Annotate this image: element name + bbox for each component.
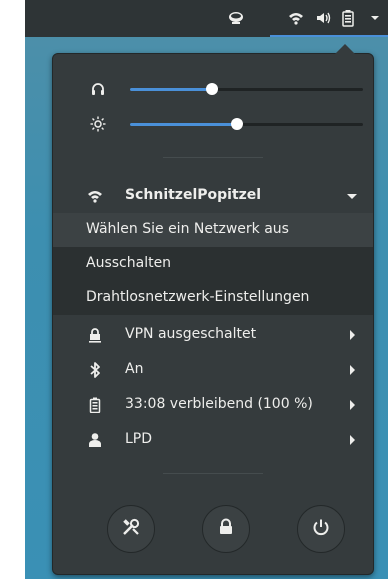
volume-icon[interactable] xyxy=(314,9,332,27)
select-network-item[interactable]: Wählen Sie ein Netzwerk aus xyxy=(53,213,373,247)
slider-handle[interactable] xyxy=(205,83,218,95)
brightness-slider[interactable] xyxy=(53,109,373,139)
chevron-down-icon[interactable] xyxy=(366,9,384,27)
user-label: LPD xyxy=(125,431,153,447)
headphones-icon xyxy=(90,81,106,97)
turn-off-wifi-item[interactable]: Ausschalten xyxy=(53,247,373,281)
slider-handle[interactable] xyxy=(231,118,244,130)
bluetooth-icon xyxy=(87,362,103,378)
user-item[interactable]: LPD xyxy=(53,423,373,457)
bluetooth-item[interactable]: An xyxy=(53,353,373,387)
chevron-right-icon xyxy=(350,330,355,340)
vpn-label: VPN ausgeschaltet xyxy=(125,326,257,342)
slider-fill xyxy=(130,88,212,91)
select-network-label: Wählen Sie ein Netzwerk aus xyxy=(86,221,289,237)
bluetooth-label: An xyxy=(125,361,144,377)
vpn-lock-icon xyxy=(87,327,103,343)
slider-track[interactable] xyxy=(130,83,363,95)
active-indicator xyxy=(270,35,388,37)
settings-icon xyxy=(121,517,141,541)
brightness-icon xyxy=(90,116,106,132)
power-button[interactable] xyxy=(297,505,345,553)
wifi-icon xyxy=(87,188,103,204)
battery-item[interactable]: 33:08 verbleibend (100 %) xyxy=(53,388,373,422)
wifi-icon[interactable] xyxy=(287,9,305,27)
slider-fill xyxy=(130,123,238,126)
chevron-right-icon xyxy=(350,400,355,410)
separator xyxy=(163,473,263,474)
turn-off-label: Ausschalten xyxy=(86,255,172,271)
battery-icon[interactable] xyxy=(339,9,357,27)
wifi-network-name: SchnitzelPopitzel xyxy=(125,187,262,203)
slider-track[interactable] xyxy=(130,118,363,130)
battery-icon xyxy=(87,397,103,413)
separator xyxy=(163,157,263,158)
battery-label: 33:08 verbleibend (100 %) xyxy=(125,396,313,412)
chevron-right-icon xyxy=(350,435,355,445)
power-icon xyxy=(312,518,330,540)
wifi-settings-item[interactable]: Drahtlosnetzwerk-Einstellungen xyxy=(53,281,373,315)
wifi-settings-label: Drahtlosnetzwerk-Einstellungen xyxy=(86,289,310,305)
settings-button[interactable] xyxy=(107,505,155,553)
headphones-volume-slider[interactable] xyxy=(53,74,373,104)
lock-icon xyxy=(218,518,234,540)
vpn-item[interactable]: VPN ausgeschaltet xyxy=(53,318,373,352)
chevron-right-icon xyxy=(350,365,355,375)
lock-button[interactable] xyxy=(202,505,250,553)
system-menu: SchnitzelPopitzel Wählen Sie ein Netzwer… xyxy=(52,44,374,575)
top-bar xyxy=(25,0,388,37)
coffee-cup-icon[interactable] xyxy=(228,9,246,27)
user-icon xyxy=(87,432,103,448)
chevron-down-icon xyxy=(347,194,357,199)
wifi-network-item[interactable]: SchnitzelPopitzel xyxy=(53,179,373,213)
